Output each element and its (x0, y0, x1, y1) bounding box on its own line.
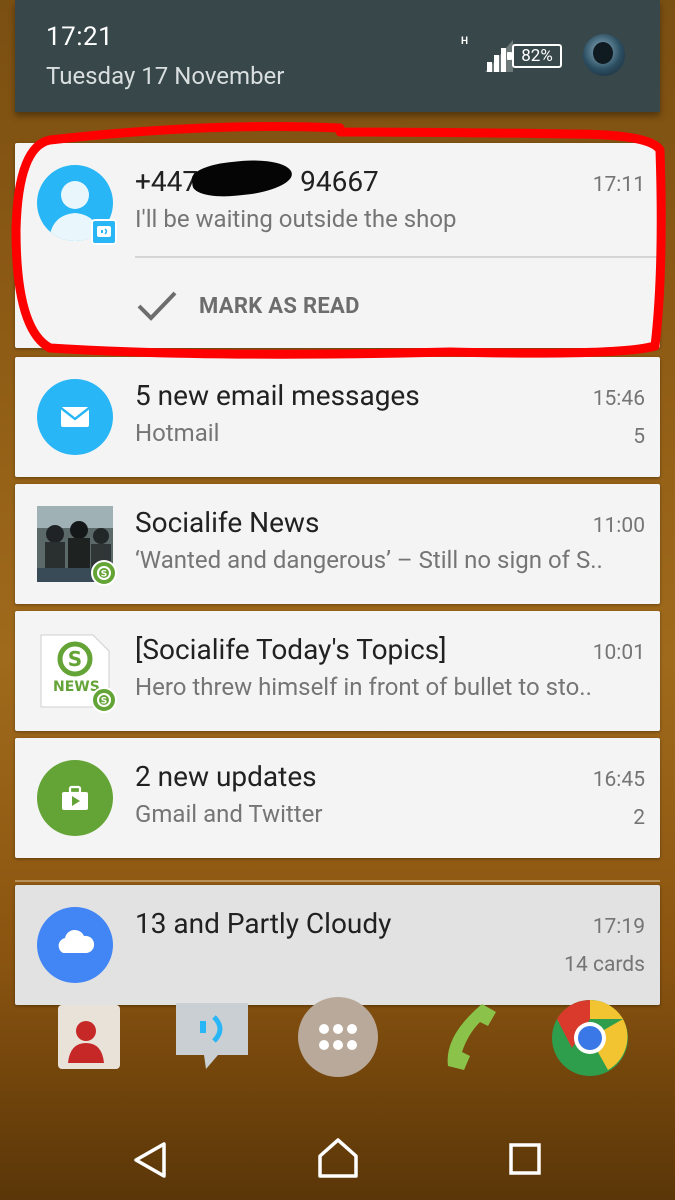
notification-subtitle: Gmail and Twitter (135, 800, 323, 828)
battery-indicator: 82% (507, 44, 562, 68)
apps-drawer-icon[interactable] (296, 995, 378, 1077)
clock: 17:21 (46, 22, 114, 52)
socialife-news-notification[interactable]: S Socialife News ‘Wanted and dangerous’ … (15, 484, 660, 604)
svg-text:S: S (101, 570, 107, 580)
notification-count: 5 (633, 425, 645, 449)
date: Tuesday 17 November (46, 62, 285, 90)
notification-subtitle: Hotmail (135, 419, 220, 447)
back-button[interactable] (120, 1130, 180, 1190)
notification-title: 13 and Partly Cloudy (135, 907, 392, 940)
contacts-icon[interactable] (52, 1005, 128, 1081)
phone-icon[interactable] (430, 1000, 506, 1076)
chrome-icon[interactable] (550, 998, 628, 1076)
socialife-topics-notification[interactable]: S NEWS S [Socialife Today's Topics] Hero… (15, 611, 660, 731)
messaging-icon[interactable] (172, 1003, 248, 1079)
weather-notification[interactable]: 13 and Partly Cloudy 17:19 14 cards (15, 885, 660, 1005)
message-preview: I'll be waiting outside the shop (135, 205, 457, 233)
svg-text:S: S (101, 697, 107, 707)
back-icon (134, 1142, 166, 1178)
notification-title: 2 new updates (135, 760, 317, 793)
svg-text:S: S (68, 647, 82, 671)
notification-title: Socialife News (135, 506, 320, 539)
notification-time: 15:46 (592, 387, 645, 411)
messaging-badge-icon (91, 219, 117, 245)
home-button[interactable] (308, 1130, 368, 1190)
mark-as-read-button[interactable]: MARK AS READ (135, 286, 360, 326)
notification-count: 14 cards (564, 953, 645, 977)
message-notification[interactable]: +447 94667 I'll be waiting outside the sh… (15, 143, 660, 348)
socialife-badge-icon: S (91, 560, 117, 586)
status-header: 17:21 Tuesday 17 November H 82% (15, 0, 660, 112)
weather-cloud-icon (37, 907, 113, 983)
updates-notification[interactable]: 2 new updates Gmail and Twitter 16:45 2 (15, 738, 660, 858)
recents-icon (509, 1143, 541, 1175)
notification-title: 5 new email messages (135, 379, 420, 412)
notification-time: 11:00 (592, 514, 645, 538)
email-notification[interactable]: 5 new email messages Hotmail 15:46 5 (15, 357, 660, 477)
notification-count: 2 (633, 806, 645, 830)
notification-time: 10:01 (592, 641, 645, 665)
notification-subtitle: Hero threw himself in front of bullet to… (135, 673, 592, 701)
home-icon (318, 1138, 358, 1178)
notification-time: 17:19 (592, 915, 645, 939)
notification-title: [Socialife Today's Topics] (135, 633, 447, 666)
notification-subtitle: ‘Wanted and dangerous’ – Still no sign o… (135, 546, 603, 574)
notification-time: 16:45 (592, 768, 645, 792)
notification-time: 17:11 (592, 173, 645, 197)
user-avatar[interactable] (583, 34, 625, 76)
section-divider (15, 880, 660, 882)
divider (135, 256, 660, 258)
recents-button[interactable] (496, 1130, 556, 1190)
updates-icon (37, 760, 113, 836)
checkmark-icon (137, 291, 177, 321)
email-icon (37, 379, 113, 455)
signal-icon (485, 40, 513, 72)
mark-as-read-label: MARK AS READ (199, 293, 360, 319)
socialife-badge-icon: S (91, 687, 117, 713)
